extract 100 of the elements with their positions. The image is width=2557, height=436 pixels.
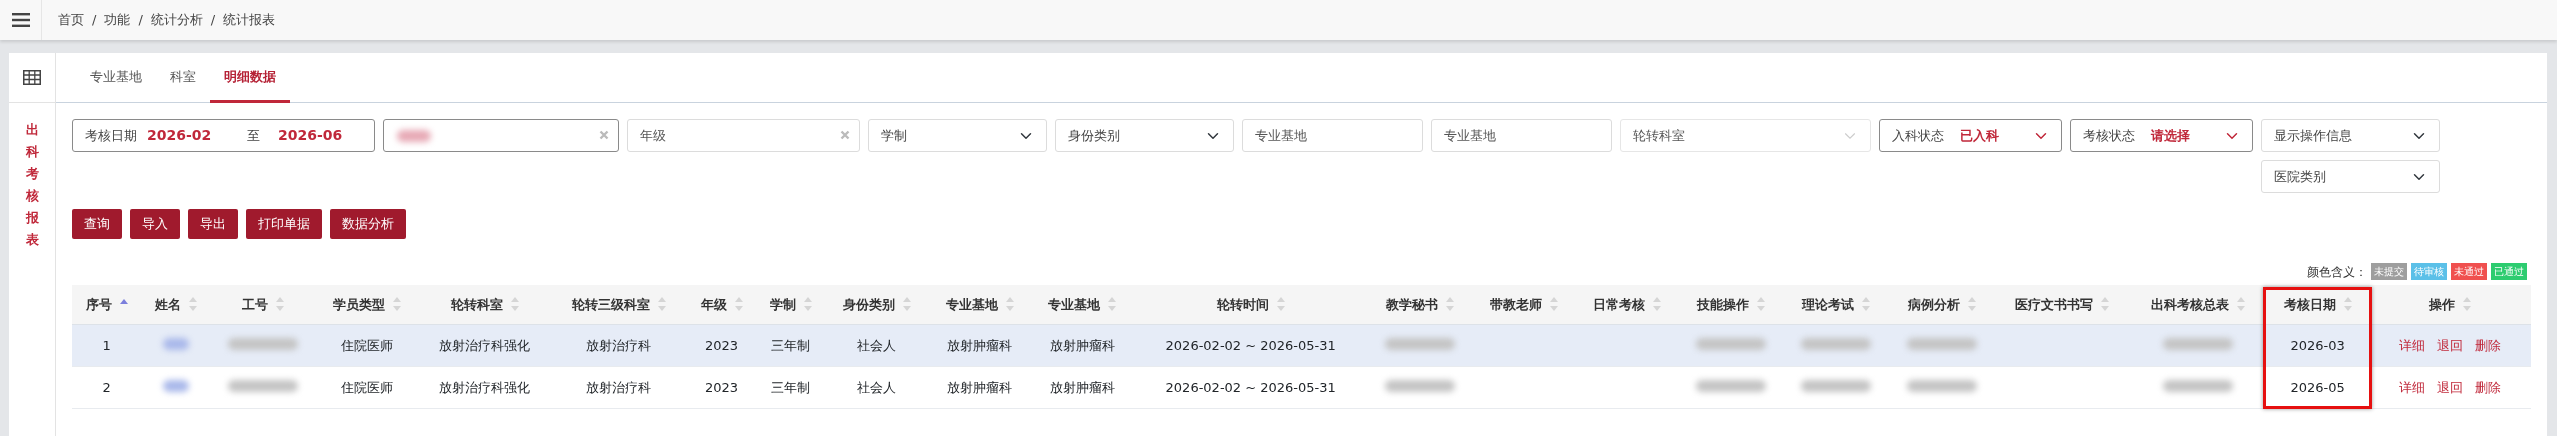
table-cell: 社会人 (825, 324, 929, 367)
sort-icon[interactable] (1653, 296, 1661, 311)
action-link[interactable]: 删除 (2475, 337, 2501, 353)
status-badge: 待审核 (2411, 263, 2447, 280)
sort-icon[interactable] (276, 296, 285, 311)
breadcrumb-link[interactable]: 统计报表 (223, 10, 276, 30)
blurred-text (163, 337, 189, 350)
tab[interactable]: 科室 (156, 53, 210, 103)
sort-icon[interactable] (1446, 296, 1455, 311)
column-header[interactable]: 考核日期 (2266, 284, 2370, 325)
column-header[interactable]: 理论考试 (1783, 284, 1889, 325)
column-header[interactable]: 技能操作 (1678, 284, 1784, 325)
table-row[interactable]: 2 住院医师 放射治疗科强化 放射治疗科 2023 三年制 社会人 放射肿瘤科 放射肿瘤科 2026-02-02 ~ 2026-05-31 2026-05 详细 退回 删除 (72, 366, 2531, 409)
table-cell: 2026-02-02 ~ 2026-05-31 (1133, 366, 1368, 409)
menu-icon[interactable] (11, 13, 30, 27)
select-field[interactable]: 身份类别 (1055, 119, 1234, 152)
column-header[interactable]: 日常考核 (1575, 284, 1679, 325)
blurred-text (1696, 379, 1766, 392)
column-header[interactable]: 带教老师 (1472, 284, 1576, 325)
column-header[interactable]: 序号 (72, 284, 142, 325)
column-header[interactable]: 轮转时间 (1133, 284, 1368, 325)
sort-icon[interactable] (657, 296, 666, 311)
sort-icon[interactable] (2237, 296, 2246, 311)
action-button[interactable]: 导入 (130, 209, 180, 239)
action-link[interactable]: 退回 (2437, 337, 2463, 353)
table-cell: 住院医师 (315, 324, 419, 367)
select-field[interactable]: 轮转科室 (1620, 119, 1871, 152)
column-header[interactable]: 专业基地 (928, 284, 1031, 325)
select-field[interactable]: 学制 (868, 119, 1047, 152)
column-header[interactable]: 年级 (686, 284, 757, 325)
clear-icon[interactable] (599, 130, 609, 140)
text-field[interactable]: 年级 (627, 119, 860, 152)
column-header[interactable]: 医疗文书书写 (1994, 284, 2131, 325)
sort-icon[interactable] (2343, 296, 2352, 311)
column-header[interactable]: 学员类型 (315, 284, 419, 325)
column-header[interactable]: 专业基地 (1031, 284, 1134, 325)
breadcrumb-link[interactable]: 统计分析 (150, 10, 203, 30)
status-select[interactable]: 考核状态 请选择 (2070, 119, 2253, 152)
action-button[interactable]: 打印单据 (246, 209, 322, 239)
column-header[interactable]: 轮转科室 (418, 284, 551, 325)
range-separator: 至 (247, 126, 260, 145)
status-badge: 已通过 (2491, 263, 2527, 280)
sort-icon[interactable] (1108, 296, 1117, 311)
date-input[interactable]: 2026-02 (145, 124, 223, 147)
sort-icon[interactable] (803, 296, 812, 311)
tab[interactable]: 明细数据 (210, 53, 290, 103)
table-cell: 住院医师 (315, 366, 419, 409)
blurred-text (1801, 379, 1872, 392)
sort-icon[interactable] (1276, 296, 1285, 311)
blurred-text (228, 379, 299, 392)
column-header[interactable]: 病例分析 (1888, 284, 1995, 325)
action-link[interactable]: 详细 (2399, 337, 2425, 353)
tab[interactable]: 专业基地 (76, 53, 156, 103)
status-select[interactable]: 入科状态 已入科 (1879, 119, 2062, 152)
date-range-field[interactable]: 考核日期 2026-02 至 2026-06 (72, 119, 375, 152)
table-cell: 1 (72, 324, 142, 367)
sort-icon[interactable] (2463, 296, 2471, 311)
sort-icon[interactable] (1550, 296, 1559, 311)
side-title: 出科考核报表 (25, 121, 39, 250)
sort-icon[interactable] (1005, 296, 1014, 311)
action-button[interactable]: 查询 (72, 209, 122, 239)
column-header[interactable]: 操作 (2369, 284, 2531, 325)
breadcrumb-link[interactable]: 功能 (104, 10, 131, 30)
sort-icon[interactable] (734, 296, 743, 311)
action-link[interactable]: 删除 (2475, 379, 2501, 395)
column-header[interactable]: 姓名 (141, 284, 211, 325)
action-button[interactable]: 数据分析 (330, 209, 406, 239)
sort-icon[interactable] (1862, 296, 1871, 311)
clear-icon[interactable] (840, 130, 850, 140)
breadcrumb-separator: / (138, 11, 143, 30)
select-field[interactable]: 显示操作信息 (2261, 119, 2440, 152)
action-button[interactable]: 导出 (188, 209, 238, 239)
table-cell: 2 (72, 366, 142, 409)
sort-icon[interactable] (393, 296, 402, 311)
column-header[interactable]: 身份类别 (825, 284, 929, 325)
table-cell: 放射肿瘤科 (1031, 366, 1134, 409)
table-row[interactable]: 1 住院医师 放射治疗科强化 放射治疗科 2023 三年制 社会人 放射肿瘤科 放射肿瘤科 2026-02-02 ~ 2026-05-31 2026-03 详细 退回 删除 (72, 324, 2531, 367)
column-header[interactable]: 出科考核总表 (2130, 284, 2267, 325)
date-input[interactable]: 2026-06 (276, 124, 354, 147)
sort-icon[interactable] (902, 296, 911, 311)
blurred-text (1906, 379, 1977, 392)
action-link[interactable]: 详细 (2399, 379, 2425, 395)
sort-icon[interactable] (510, 296, 519, 311)
text-field[interactable]: 专业基地 (1431, 119, 1612, 152)
select-field[interactable]: 医院类别 (2261, 160, 2440, 193)
column-header[interactable]: 学制 (756, 284, 826, 325)
table-cell: 2023 (686, 366, 757, 409)
action-link[interactable]: 退回 (2437, 379, 2463, 395)
sort-icon[interactable] (189, 296, 197, 311)
sort-icon[interactable] (1967, 296, 1976, 311)
name-field[interactable] (383, 119, 619, 152)
sort-icon[interactable] (1757, 296, 1765, 311)
table-icon[interactable] (23, 70, 41, 85)
column-header[interactable]: 工号 (210, 284, 316, 325)
text-field[interactable]: 专业基地 (1242, 119, 1423, 152)
sort-icon[interactable] (119, 298, 128, 304)
column-header[interactable]: 教学秘书 (1367, 284, 1473, 325)
breadcrumb-link[interactable]: 首页 (58, 10, 84, 30)
column-header[interactable]: 轮转三级科室 (550, 284, 687, 325)
sort-icon[interactable] (2101, 296, 2110, 311)
